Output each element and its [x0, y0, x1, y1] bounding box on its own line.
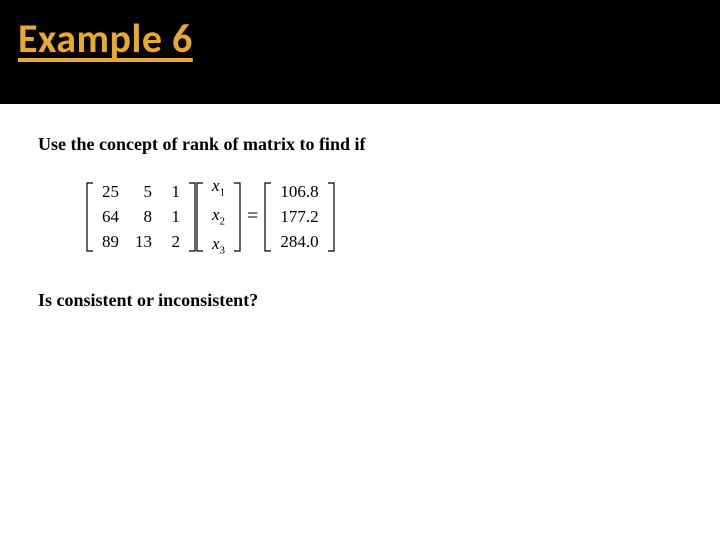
- var-x3: x3: [204, 231, 233, 260]
- coef-r3c1: 89: [94, 229, 127, 254]
- slide-title: Example 6: [18, 14, 702, 63]
- rhs-b3: 284.0: [272, 229, 326, 254]
- coef-r3c3: 2: [160, 229, 188, 254]
- equals-sign: =: [241, 205, 264, 228]
- right-bracket-icon: [188, 182, 196, 252]
- coef-r1c1: 25: [94, 179, 127, 204]
- var-x1: x1: [204, 173, 233, 202]
- coefficient-matrix: 25 5 1 64 8 1 89 13 2: [94, 179, 188, 255]
- coef-r3c2: 13: [127, 229, 160, 254]
- left-bracket-icon: [196, 182, 204, 252]
- var-x2: x2: [204, 202, 233, 231]
- coef-r2c1: 64: [94, 204, 127, 229]
- rhs-b1: 106.8: [272, 179, 326, 204]
- matrix-equation: 25 5 1 64 8 1 89 13 2: [86, 173, 682, 260]
- intro-text: Use the concept of rank of matrix to fin…: [38, 134, 682, 155]
- coef-r2c3: 1: [160, 204, 188, 229]
- title-bar: Example 6: [0, 0, 720, 104]
- variable-vector: x1 x2 x3: [204, 173, 233, 260]
- content-area: Use the concept of rank of matrix to fin…: [0, 104, 720, 341]
- coef-r1c3: 1: [160, 179, 188, 204]
- coef-r1c2: 5: [127, 179, 160, 204]
- coef-r2c2: 8: [127, 204, 160, 229]
- left-bracket-icon: [264, 182, 272, 252]
- question-text: Is consistent or inconsistent?: [38, 290, 682, 311]
- rhs-vector: 106.8 177.2 284.0: [272, 179, 326, 255]
- right-bracket-icon: [233, 182, 241, 252]
- rhs-b2: 177.2: [272, 204, 326, 229]
- left-bracket-icon: [86, 182, 94, 252]
- right-bracket-icon: [327, 182, 335, 252]
